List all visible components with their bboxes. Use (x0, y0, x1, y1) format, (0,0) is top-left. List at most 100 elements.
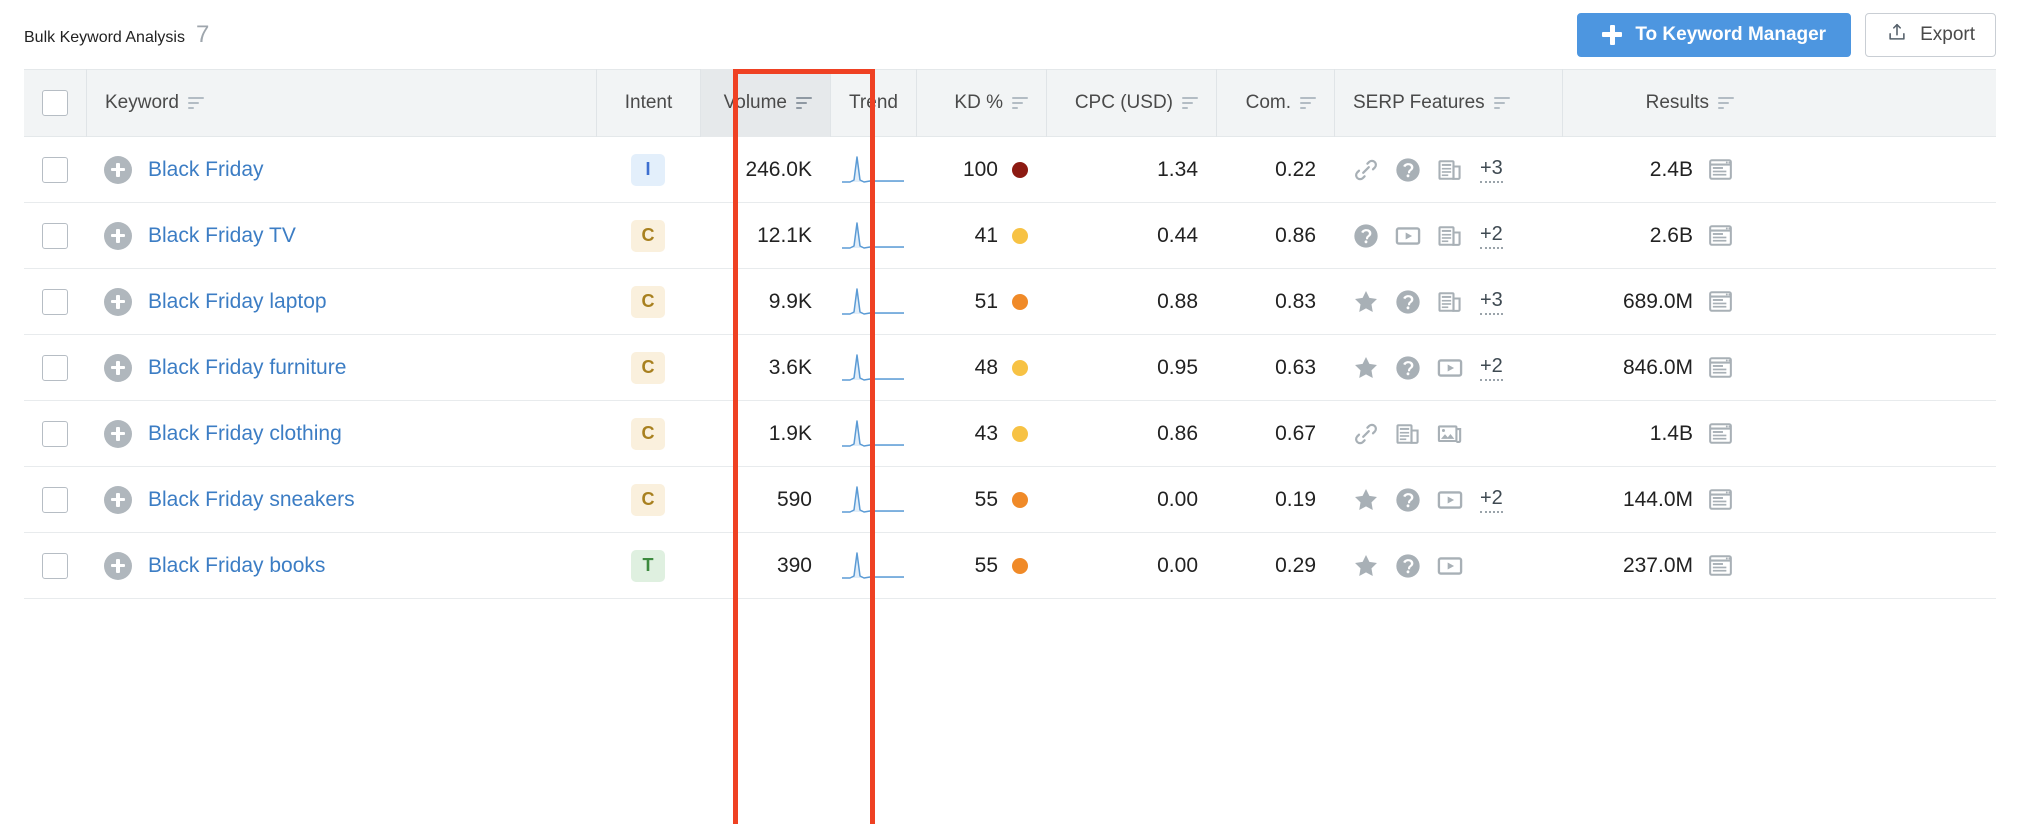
row-select-cell[interactable] (24, 203, 86, 269)
column-header-results[interactable]: Results (1562, 69, 1752, 137)
keyword-link[interactable]: Black Friday laptop (148, 290, 327, 314)
video-icon[interactable] (1436, 486, 1464, 514)
competition-cell: 0.86 (1216, 203, 1334, 269)
row-checkbox[interactable] (42, 553, 68, 579)
serp-features-more[interactable]: +2 (1480, 487, 1503, 513)
star-icon[interactable] (1352, 354, 1380, 382)
serp-features-more[interactable]: +3 (1480, 157, 1503, 183)
table-row[interactable]: Black Friday clothingC1.9K430.860.671.4B (24, 401, 1996, 467)
select-all-header[interactable] (24, 69, 86, 137)
row-checkbox[interactable] (42, 157, 68, 183)
sort-icon[interactable] (1494, 97, 1510, 110)
kd-cell: 55 (916, 533, 1046, 599)
add-keyword-icon[interactable] (104, 288, 132, 316)
intent-badge[interactable]: I (631, 154, 665, 186)
column-header-keyword[interactable]: Keyword (86, 69, 596, 137)
add-keyword-icon[interactable] (104, 156, 132, 184)
news-icon[interactable] (1436, 222, 1464, 250)
kd-value: 100 (963, 158, 998, 182)
row-checkbox[interactable] (42, 289, 68, 315)
table-row[interactable]: Black Friday furnitureC3.6K480.950.63+28… (24, 335, 1996, 401)
add-keyword-icon[interactable] (104, 354, 132, 382)
question-icon[interactable] (1394, 486, 1422, 514)
keyword-link[interactable]: Black Friday TV (148, 224, 296, 248)
serp-features-more[interactable]: +2 (1480, 223, 1503, 249)
intent-badge[interactable]: T (631, 550, 665, 582)
video-icon[interactable] (1436, 552, 1464, 580)
intent-badge[interactable]: C (631, 484, 665, 516)
serp-features-more[interactable]: +2 (1480, 355, 1503, 381)
row-checkbox[interactable] (42, 223, 68, 249)
to-keyword-manager-button[interactable]: To Keyword Manager (1577, 13, 1851, 57)
column-header-serp-features[interactable]: SERP Features (1334, 69, 1562, 137)
column-header-intent[interactable]: Intent (596, 69, 700, 137)
row-select-cell[interactable] (24, 137, 86, 203)
question-icon[interactable] (1394, 354, 1422, 382)
keyword-link[interactable]: Black Friday sneakers (148, 488, 355, 512)
row-select-cell[interactable] (24, 335, 86, 401)
row-select-cell[interactable] (24, 401, 86, 467)
sort-icon[interactable] (188, 97, 204, 110)
column-header-cpc[interactable]: CPC (USD) (1046, 69, 1216, 137)
sort-icon[interactable] (1718, 97, 1734, 110)
row-select-cell[interactable] (24, 269, 86, 335)
sort-icon[interactable] (1182, 97, 1198, 110)
intent-badge[interactable]: C (631, 352, 665, 384)
question-icon[interactable] (1394, 156, 1422, 184)
question-icon[interactable] (1352, 222, 1380, 250)
kd-cell: 48 (916, 335, 1046, 401)
serp-result-icon[interactable] (1707, 552, 1734, 579)
keyword-link[interactable]: Black Friday furniture (148, 356, 346, 380)
table-row[interactable]: Black Friday laptopC9.9K510.880.83+3689.… (24, 269, 1996, 335)
sort-icon[interactable] (1012, 97, 1028, 110)
star-icon[interactable] (1352, 288, 1380, 316)
question-icon[interactable] (1394, 288, 1422, 316)
keyword-link[interactable]: Black Friday clothing (148, 422, 342, 446)
row-checkbox[interactable] (42, 421, 68, 447)
serp-result-icon[interactable] (1707, 420, 1734, 447)
table-row[interactable]: Black Friday sneakersC590550.000.19+2144… (24, 467, 1996, 533)
add-keyword-icon[interactable] (104, 420, 132, 448)
serp-result-icon[interactable] (1707, 354, 1734, 381)
serp-result-icon[interactable] (1707, 156, 1734, 183)
news-icon[interactable] (1436, 156, 1464, 184)
star-icon[interactable] (1352, 486, 1380, 514)
image-icon[interactable] (1436, 420, 1464, 448)
news-icon[interactable] (1394, 420, 1422, 448)
table-row[interactable]: Black Friday booksT390550.000.29237.0M (24, 533, 1996, 599)
video-icon[interactable] (1394, 222, 1422, 250)
column-header-trend[interactable]: Trend (830, 69, 916, 137)
table-row[interactable]: Black Friday TVC12.1K410.440.86+22.6B (24, 203, 1996, 269)
add-keyword-icon[interactable] (104, 486, 132, 514)
add-keyword-icon[interactable] (104, 222, 132, 250)
page-title-text: Bulk Keyword Analysis (24, 29, 185, 47)
serp-result-icon[interactable] (1707, 288, 1734, 315)
add-keyword-icon[interactable] (104, 552, 132, 580)
serp-result-icon[interactable] (1707, 222, 1734, 249)
serp-features-more[interactable]: +3 (1480, 289, 1503, 315)
sort-icon[interactable] (1300, 97, 1316, 110)
row-checkbox[interactable] (42, 487, 68, 513)
export-button[interactable]: Export (1865, 13, 1996, 57)
news-icon[interactable] (1436, 288, 1464, 316)
column-header-volume[interactable]: Volume (700, 69, 830, 137)
link-icon[interactable] (1352, 420, 1380, 448)
sort-icon[interactable] (796, 97, 812, 110)
intent-badge[interactable]: C (631, 286, 665, 318)
video-icon[interactable] (1436, 354, 1464, 382)
star-icon[interactable] (1352, 552, 1380, 580)
keyword-link[interactable]: Black Friday books (148, 554, 325, 578)
keyword-link[interactable]: Black Friday (148, 158, 264, 182)
select-all-checkbox[interactable] (42, 90, 68, 116)
intent-badge[interactable]: C (631, 418, 665, 450)
row-select-cell[interactable] (24, 533, 86, 599)
link-icon[interactable] (1352, 156, 1380, 184)
table-row[interactable]: Black FridayI246.0K1001.340.22+32.4B (24, 137, 1996, 203)
column-header-kd[interactable]: KD % (916, 69, 1046, 137)
column-header-com[interactable]: Com. (1216, 69, 1334, 137)
intent-badge[interactable]: C (631, 220, 665, 252)
row-checkbox[interactable] (42, 355, 68, 381)
question-icon[interactable] (1394, 552, 1422, 580)
serp-result-icon[interactable] (1707, 486, 1734, 513)
row-select-cell[interactable] (24, 467, 86, 533)
